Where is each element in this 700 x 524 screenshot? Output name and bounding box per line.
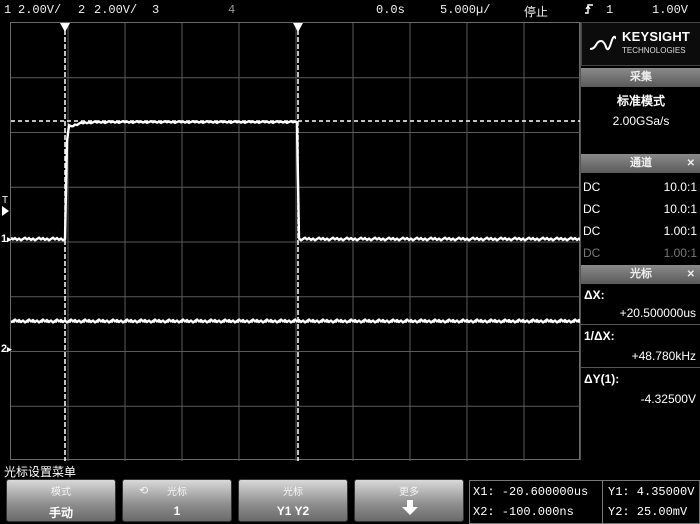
ch4-number[interactable]: 4 <box>228 3 235 17</box>
status-bar: 1 2.00V/ 2 2.00V/ 3 4 0.0s 5.000µ/ 停止 1 … <box>0 0 700 20</box>
keysight-wave-icon <box>590 35 616 51</box>
channel-probe-ratio: 10.0:1 <box>663 202 697 216</box>
channel-coupling: DC <box>583 246 601 260</box>
menu-title: 光标设置菜单 <box>4 465 77 479</box>
close-icon[interactable]: ✕ <box>687 265 695 284</box>
x1-readout: X1: -20.600000us <box>473 485 589 499</box>
ch1-number[interactable]: 1 <box>4 3 11 17</box>
grid-lines <box>11 23 581 461</box>
softkey-value: Y1 Y2 <box>276 504 310 518</box>
ch2-number[interactable]: 2 <box>78 3 85 17</box>
inv-delta-x-label: 1/ΔX: <box>584 329 615 343</box>
delta-y-value: -4.32500V <box>640 392 696 406</box>
channel-coupling: DC <box>583 180 601 194</box>
arrow-down-icon <box>401 500 419 521</box>
channel-row-2: DC 10.0:1 <box>581 198 700 220</box>
mode-softkey[interactable]: 模式 手动 <box>6 479 116 522</box>
delta-x-value: +20.500000us <box>619 306 696 320</box>
y1-readout: Y1: 4.35000V <box>608 485 695 499</box>
graticule <box>11 23 581 461</box>
x2-cursor-marker <box>293 23 303 32</box>
acquisition-header[interactable]: 采集 <box>581 68 700 87</box>
ch1-scale[interactable]: 2.00V/ <box>18 3 61 17</box>
sample-rate: 2.00GSa/s <box>612 114 670 128</box>
cursor-select-softkey[interactable]: ⟲ 光标 1 <box>122 479 232 522</box>
close-icon[interactable]: ✕ <box>687 154 695 173</box>
channel-2-trace <box>11 318 581 324</box>
ch2-ground-marker[interactable]: 2▸ <box>1 343 12 355</box>
cursors-header-label: 光标 <box>630 268 652 280</box>
time-base: 5.000µ/ <box>440 3 491 17</box>
inv-delta-x-value: +48.780kHz <box>631 349 696 363</box>
channel-coupling: DC <box>583 224 601 238</box>
ch1-ground-marker[interactable]: 1▸ <box>1 233 12 245</box>
softkey-value: 1 <box>173 504 181 518</box>
channel-row-3: DC 1.00:1 <box>581 220 700 242</box>
trigger-level-marker[interactable]: T <box>2 195 9 216</box>
softkey-top-label: 光标 <box>283 487 303 498</box>
channel-probe-ratio: 1.00:1 <box>663 224 697 238</box>
acquisition-mode: 标准模式 <box>616 94 665 108</box>
channels-header[interactable]: 通道 ✕ <box>581 154 700 173</box>
brand-subtitle: TECHNOLOGIES <box>622 46 686 55</box>
run-state: 停止 <box>524 5 549 19</box>
time-delay: 0.0s <box>376 3 405 17</box>
ch2-scale[interactable]: 2.00V/ <box>94 3 137 17</box>
channel-row-4: DC 1.00:1 <box>581 242 700 264</box>
ch3-number[interactable]: 3 <box>152 3 159 17</box>
channels-header-label: 通道 <box>630 157 652 169</box>
trigger-marker-label: T <box>2 195 9 206</box>
keysight-logo: KEYSIGHT TECHNOLOGIES <box>581 22 700 66</box>
acquisition-header-label: 采集 <box>630 71 652 83</box>
channel-probe-ratio: 10.0:1 <box>663 180 697 194</box>
trigger-source: 1 <box>606 3 614 17</box>
channel-probe-ratio: 1.00:1 <box>663 246 697 260</box>
waveform-display[interactable] <box>10 22 581 461</box>
delta-y-label: ΔY(1): <box>584 372 620 386</box>
y2-readout: Y2: 25.00mV <box>608 505 688 519</box>
softkey-top-label: 更多 <box>399 487 419 498</box>
trigger-edge-icon <box>584 3 594 19</box>
softkey-top-label: 模式 <box>51 487 71 498</box>
softkey-top-label: 光标 <box>167 487 187 498</box>
side-panel: KEYSIGHT TECHNOLOGIES 采集 标准模式 2.00GSa/s … <box>580 22 700 460</box>
channel-coupling: DC <box>583 202 601 216</box>
cursors-header[interactable]: 光标 ✕ <box>581 265 700 284</box>
more-softkey[interactable]: 更多 <box>354 479 464 522</box>
brand-name: KEYSIGHT <box>622 29 691 44</box>
trigger-level: 1.00V <box>652 3 689 17</box>
softkey-value: 手动 <box>48 506 73 520</box>
x2-readout: X2: -100.000ns <box>473 505 574 519</box>
cursor-pair-softkey[interactable]: 光标 Y1 Y2 <box>238 479 348 522</box>
cursor-readout: X1: -20.600000us X2: -100.000ns Y1: 4.35… <box>469 480 700 524</box>
channel-row-1: DC 10.0:1 <box>581 176 700 198</box>
delta-x-label: ΔX: <box>584 288 605 302</box>
